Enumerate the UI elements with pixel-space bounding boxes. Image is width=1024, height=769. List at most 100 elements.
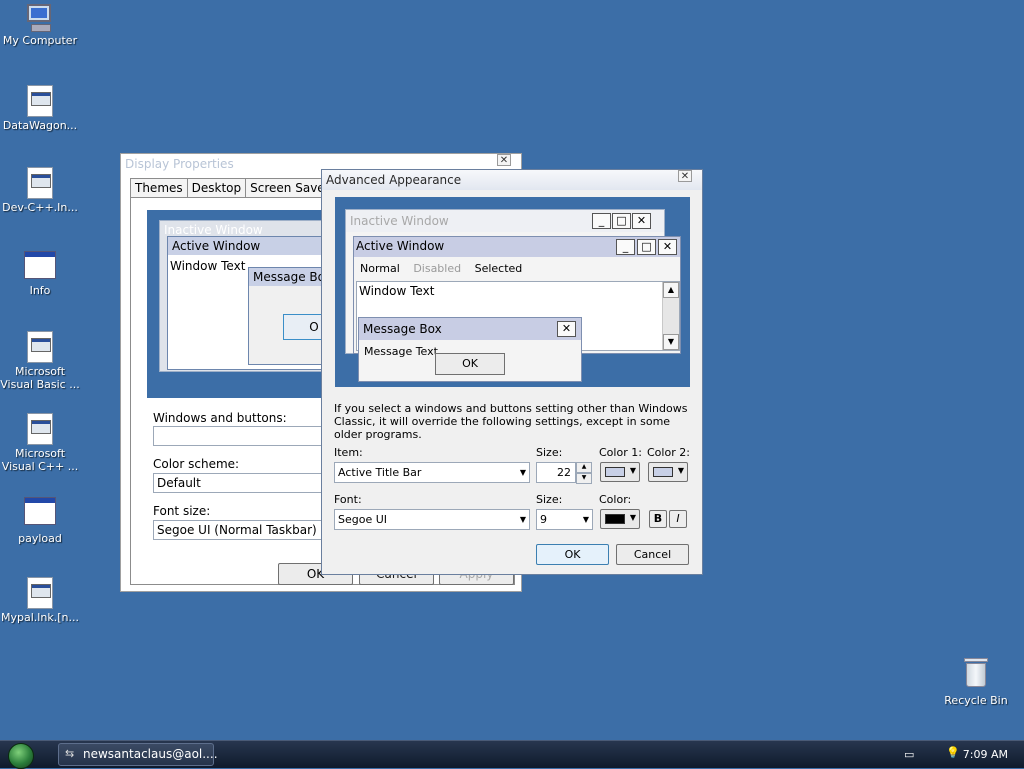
- item-size-input[interactable]: 22: [536, 462, 576, 483]
- lightbulb-icon[interactable]: 💡: [946, 746, 960, 759]
- desktop-icon-label: Recycle Bin: [944, 694, 1008, 707]
- start-button[interactable]: [8, 743, 34, 769]
- recycle-bin-icon: [964, 658, 988, 688]
- desktop-icon-devcpp[interactable]: Dev-C++.In...: [0, 167, 80, 214]
- minimize-icon: _: [616, 239, 635, 255]
- maximize-icon: □: [612, 213, 631, 229]
- tab-themes[interactable]: Themes: [130, 178, 188, 197]
- desktop-icon-label: Microsoft Visual Basic ...: [0, 365, 80, 391]
- application-icon: [27, 167, 53, 199]
- tab-desktop[interactable]: Desktop: [186, 178, 247, 197]
- preview-message-title: Message Box: [253, 270, 332, 284]
- preview-window-text: Window Text: [170, 259, 246, 273]
- chevron-down-icon: ▼: [629, 513, 636, 522]
- minimize-icon: _: [592, 213, 611, 229]
- desktop-icon-label: payload: [18, 532, 62, 545]
- item-size-label: Size:: [536, 446, 563, 459]
- color1-swatch: [605, 467, 625, 477]
- appearance-preview: Inactive Window Active Window Window Tex…: [147, 210, 350, 398]
- close-icon: ✕: [632, 213, 651, 229]
- keyboard-icon[interactable]: ▭: [904, 748, 914, 761]
- menu-disabled[interactable]: Disabled: [413, 262, 461, 275]
- chevron-down-icon: ▼: [629, 466, 636, 475]
- color2-picker[interactable]: ▼: [648, 462, 688, 482]
- font-color-picker[interactable]: ▼: [600, 509, 640, 529]
- chevron-down-icon: ▼: [582, 515, 589, 524]
- preview-ok-button[interactable]: OK: [435, 353, 505, 375]
- close-icon[interactable]: ✕: [497, 154, 511, 166]
- preview-inactive-title: Inactive Window: [350, 214, 449, 228]
- font-size-label: Font size:: [153, 504, 211, 518]
- ok-button[interactable]: OK: [536, 544, 609, 565]
- cancel-button[interactable]: Cancel: [616, 544, 689, 565]
- font-value: Segoe UI: [338, 513, 388, 526]
- desktop-icon-label: Dev-C++.In...: [2, 201, 78, 214]
- application-icon: [27, 331, 53, 363]
- color2-swatch: [653, 467, 673, 477]
- clock[interactable]: 7:09 AM: [963, 748, 1008, 761]
- connection-icon: ⇆: [65, 747, 75, 760]
- desktop-icon-label: My Computer: [2, 34, 78, 47]
- color1-picker[interactable]: ▼: [600, 462, 640, 482]
- window-title: Display Properties: [125, 157, 234, 171]
- item-value: Active Title Bar: [338, 466, 422, 479]
- window-icon: [24, 251, 56, 279]
- taskbar-item-label: newsantaclaus@aol....: [83, 747, 218, 761]
- font-select[interactable]: Segoe UI ▼: [334, 509, 530, 530]
- advanced-appearance-titlebar[interactable]: Advanced Appearance ✕: [322, 170, 702, 190]
- desktop-icon-label: Mypal.lnk.[n...: [1, 611, 79, 624]
- chevron-down-icon: ▼: [677, 466, 684, 475]
- preview-window-text: Window Text: [359, 284, 435, 298]
- computer-icon: [25, 4, 55, 32]
- windows-and-buttons-select[interactable]: [153, 426, 343, 446]
- windows-and-buttons-label: Windows and buttons:: [153, 411, 287, 425]
- color-scheme-select[interactable]: Default: [153, 473, 343, 493]
- font-color-swatch: [605, 514, 625, 524]
- scroll-down-icon[interactable]: ▼: [663, 334, 679, 350]
- color1-label: Color 1:: [599, 446, 642, 459]
- dialog-title: Advanced Appearance: [326, 173, 462, 187]
- item-label: Item:: [334, 446, 363, 459]
- preview-message-title: Message Box: [363, 322, 442, 336]
- preview-message-text: Message Text: [364, 345, 438, 358]
- close-icon: ✕: [658, 239, 677, 255]
- desktop-icon-info[interactable]: Info: [0, 251, 80, 297]
- preview-message-box[interactable]: Message Box ✕ Message Text OK: [358, 317, 582, 382]
- menu-selected[interactable]: Selected: [475, 262, 523, 275]
- item-select[interactable]: Active Title Bar ▼: [334, 462, 530, 483]
- item-size-spinner[interactable]: ▲ ▼: [576, 462, 592, 484]
- application-icon: [27, 577, 53, 609]
- item-size-value: 22: [557, 466, 571, 479]
- spin-up-icon[interactable]: ▲: [576, 462, 592, 473]
- font-size-value: 9: [540, 513, 547, 526]
- application-icon: [27, 413, 53, 445]
- menu-normal[interactable]: Normal: [360, 262, 400, 275]
- desktop-icon-label: Info: [29, 284, 51, 297]
- font-size-select[interactable]: 9 ▼: [536, 509, 593, 530]
- taskbar-item[interactable]: ⇆ newsantaclaus@aol....: [58, 743, 218, 766]
- font-label: Font:: [334, 493, 362, 506]
- scroll-up-icon[interactable]: ▲: [663, 282, 679, 298]
- desktop-icon-mypal[interactable]: Mypal.lnk.[n...: [0, 577, 80, 624]
- preview-scrollbar[interactable]: ▲ ▼: [662, 282, 679, 350]
- italic-button[interactable]: I: [669, 510, 687, 528]
- desktop-icon-my-computer[interactable]: My Computer: [0, 4, 80, 47]
- preview-menu-bar: Normal Disabled Selected: [360, 262, 532, 275]
- desktop-icon-visual-cpp[interactable]: Microsoft Visual C++ ...: [0, 413, 80, 473]
- close-icon: ✕: [557, 321, 576, 337]
- desktop-icon-payload[interactable]: payload: [0, 497, 80, 545]
- desktop-icon-recycle-bin[interactable]: Recycle Bin: [936, 658, 1016, 707]
- color-scheme-label: Color scheme:: [153, 457, 240, 471]
- close-icon[interactable]: ✕: [678, 170, 692, 182]
- bold-button[interactable]: B: [649, 510, 667, 528]
- advanced-appearance-dialog: Advanced Appearance ✕ Inactive Window _ …: [321, 169, 703, 575]
- font-size-label: Size:: [536, 493, 563, 506]
- chevron-down-icon: ▼: [519, 468, 526, 477]
- spin-down-icon[interactable]: ▼: [576, 473, 592, 484]
- desktop-icon-visual-basic[interactable]: Microsoft Visual Basic ...: [0, 331, 80, 391]
- desktop-icon-label: DataWagon...: [2, 119, 78, 132]
- desktop-icon-label: Microsoft Visual C++ ...: [1, 447, 79, 473]
- override-note: If you select a windows and buttons sett…: [334, 402, 688, 441]
- font-size-select[interactable]: Segoe UI (Normal Taskbar): [153, 520, 343, 540]
- desktop-icon-datawagon[interactable]: DataWagon...: [0, 85, 80, 132]
